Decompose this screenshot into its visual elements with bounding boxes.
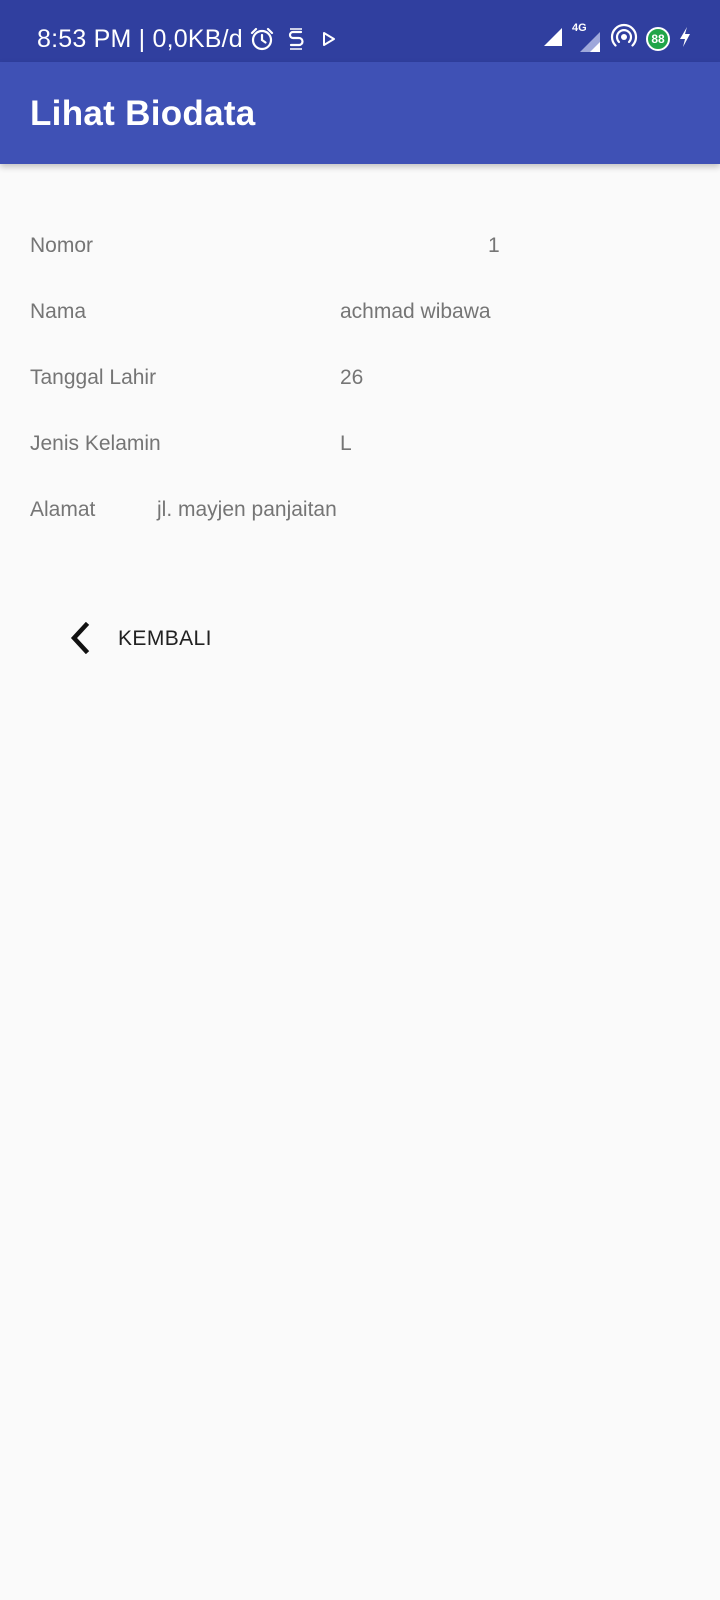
signal-icon [542, 26, 564, 53]
app-bar: Lihat Biodata [0, 62, 720, 164]
status-time-data: 8:53 PM | 0,0KB/d [37, 24, 243, 53]
battery-level: 88 [651, 32, 665, 46]
back-button-label: KEMBALI [118, 627, 212, 650]
tanggal-lahir-value: 26 [340, 366, 364, 389]
tanggal-lahir-label: Tanggal Lahir [30, 366, 157, 389]
alamat-label: Alamat [30, 498, 96, 521]
play-icon [321, 30, 337, 48]
signal-4g-icon: 4G [572, 22, 602, 54]
status-left: 8:53 PM | 0,0KB/d [37, 24, 337, 54]
nama-label: Nama [30, 300, 87, 323]
alarm-icon [249, 26, 275, 52]
back-button[interactable]: KEMBALI [62, 603, 232, 673]
page-title: Lihat Biodata [30, 94, 256, 133]
hotspot-icon [610, 23, 638, 56]
chevron-left-icon [68, 621, 92, 659]
jenis-kelamin-value: L [340, 432, 352, 455]
network-type-label: 4G [572, 22, 587, 34]
s-app-icon [285, 26, 307, 52]
status-bar: 8:53 PM | 0,0KB/d 4G 88 [0, 0, 720, 62]
alamat-value: jl. mayjen panjaitan [157, 498, 337, 521]
nomor-value: 1 [488, 234, 500, 257]
nomor-label: Nomor [30, 234, 94, 257]
jenis-kelamin-label: Jenis Kelamin [30, 432, 161, 455]
battery-icon: 88 [646, 27, 670, 51]
nama-value: achmad wibawa [340, 300, 491, 323]
status-right: 4G 88 [542, 22, 692, 56]
charging-icon [678, 26, 692, 53]
